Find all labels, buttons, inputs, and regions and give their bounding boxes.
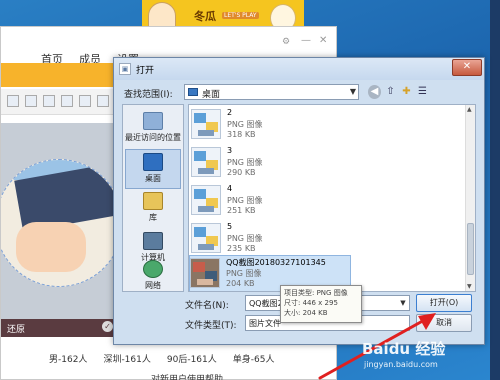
avatar-edit-area[interactable] [1, 123, 117, 319]
cancel-button[interactable]: 取消 [416, 314, 472, 332]
computer-icon [143, 232, 163, 250]
place-desktop[interactable]: 桌面 [125, 149, 181, 189]
chevron-down-icon[interactable]: ▼ [350, 87, 356, 96]
orange-header-strip [1, 63, 117, 87]
scroll-up-icon[interactable]: ▲ [467, 106, 472, 113]
scrollbar-thumb[interactable] [467, 223, 474, 275]
banner-subtitle: LET'S PLAY [222, 12, 259, 19]
file-item[interactable]: 5 PNG 图像 235 KB [191, 221, 351, 259]
minimize-icon[interactable]: — [301, 35, 311, 46]
member-stats: 男-162人 深圳-161人 90后-161人 单身-65人 [49, 352, 274, 365]
close-icon[interactable]: ✕ [319, 35, 327, 46]
image-thumbnail [191, 185, 221, 215]
file-type: PNG 图像 [227, 196, 263, 205]
look-in-label: 查找范围(I): [124, 90, 173, 100]
edit-action-bar: 还原 ✓ [1, 319, 117, 337]
dialog-app-icon: ▣ [119, 63, 131, 75]
place-label: 最近访问的位置 [125, 133, 181, 142]
desktop-icon [143, 153, 163, 171]
chevron-down-icon[interactable]: ▼ [396, 295, 410, 311]
file-item[interactable]: 2 PNG 图像 318 KB [191, 107, 351, 145]
restore-button[interactable]: 还原 [7, 325, 25, 335]
open-button[interactable]: 打开(O) [416, 294, 472, 312]
scroll-down-icon[interactable]: ▼ [467, 283, 472, 290]
file-list: 2 PNG 图像 318 KB 3 PNG 图像 290 KB 4 PNG 图像… [188, 104, 476, 292]
tool-icon[interactable] [43, 95, 55, 107]
network-icon [143, 260, 163, 278]
file-list-scrollbar[interactable]: ▲ ▼ [465, 105, 475, 291]
watermark-logo: Baidu 经验 jingyan.baidu.com [362, 336, 486, 376]
dialog-nav-buttons: ◀ ⇧ ✚ ☰ [368, 85, 429, 99]
confirm-check-icon[interactable]: ✓ [102, 321, 113, 332]
recent-places-icon [143, 112, 163, 130]
bottom-link[interactable]: 对新用户使用帮助 [151, 372, 281, 380]
file-type: PNG 图像 [226, 269, 262, 278]
file-size: 251 KB [227, 206, 256, 215]
editor-toolbar [1, 89, 117, 115]
desktop-right-edge [490, 0, 500, 380]
file-type: PNG 图像 [227, 158, 263, 167]
file-name: QQ截图20180327101345 [226, 258, 326, 267]
place-library[interactable]: 库 [125, 189, 181, 229]
look-in-dropdown[interactable]: 桌面 ▼ [184, 84, 359, 100]
file-item[interactable]: 4 PNG 图像 251 KB [191, 183, 351, 221]
filetype-label: 文件类型(T): [185, 321, 237, 331]
file-size: 204 KB [226, 279, 255, 288]
file-size: 235 KB [227, 244, 256, 253]
image-thumbnail [191, 109, 221, 139]
stat-tag: 深圳-161人 [103, 355, 151, 365]
tool-icon[interactable] [79, 95, 91, 107]
place-label: 网络 [145, 281, 161, 290]
gear-icon[interactable]: ⚙ [282, 37, 290, 47]
up-folder-icon[interactable]: ⇧ [384, 85, 397, 99]
dialog-close-button[interactable]: ✕ [452, 59, 482, 76]
place-label: 库 [149, 213, 157, 222]
new-folder-icon[interactable]: ✚ [400, 85, 413, 99]
file-size: 318 KB [227, 130, 256, 139]
tool-icon[interactable] [97, 95, 109, 107]
library-icon [143, 192, 163, 210]
file-item[interactable]: 3 PNG 图像 290 KB [191, 145, 351, 183]
back-arrow-icon[interactable]: ◀ [368, 85, 381, 99]
look-in-value: 桌面 [202, 90, 221, 100]
view-menu-icon[interactable]: ☰ [416, 85, 429, 99]
stat-tag: 男-162人 [49, 355, 88, 365]
file-info-tooltip: 项目类型: PNG 图像 尺寸: 446 x 295 大小: 204 KB [280, 285, 362, 323]
filename-label: 文件名(N): [185, 301, 229, 311]
watermark-url: jingyan.baidu.com [364, 360, 438, 369]
file-type: PNG 图像 [227, 234, 263, 243]
watermark-main: Baidu 经验 [362, 340, 446, 358]
file-type: PNG 图像 [227, 120, 263, 129]
tooltip-dimensions: 尺寸: 446 x 295 [284, 299, 338, 307]
place-network[interactable]: 网络 [125, 257, 181, 297]
file-name: 4 [227, 184, 233, 193]
file-name: 2 [227, 108, 233, 117]
stat-tag: 90后-161人 [166, 355, 217, 365]
tooltip-type: 项目类型: PNG 图像 [284, 289, 348, 297]
stat-tag: 单身-65人 [232, 355, 275, 365]
dialog-title: 打开 [136, 66, 155, 76]
desktop-folder-icon [188, 88, 198, 96]
file-size: 290 KB [227, 168, 256, 177]
tooltip-size: 大小: 204 KB [284, 309, 328, 317]
places-sidebar: 最近访问的位置 桌面 库 计算机 网络 [122, 104, 184, 292]
dialog-titlebar[interactable] [114, 58, 484, 80]
place-label: 桌面 [145, 174, 161, 183]
image-thumbnail [190, 258, 220, 288]
file-name: 5 [227, 222, 233, 231]
avatar-crop-circle[interactable] [1, 159, 117, 287]
file-name: 3 [227, 146, 233, 155]
tool-icon[interactable] [7, 95, 19, 107]
banner-title: 冬瓜 [194, 10, 216, 23]
place-recent[interactable]: 最近访问的位置 [125, 109, 181, 149]
tool-icon[interactable] [61, 95, 73, 107]
image-thumbnail [191, 223, 221, 253]
image-thumbnail [191, 147, 221, 177]
tool-icon[interactable] [25, 95, 37, 107]
